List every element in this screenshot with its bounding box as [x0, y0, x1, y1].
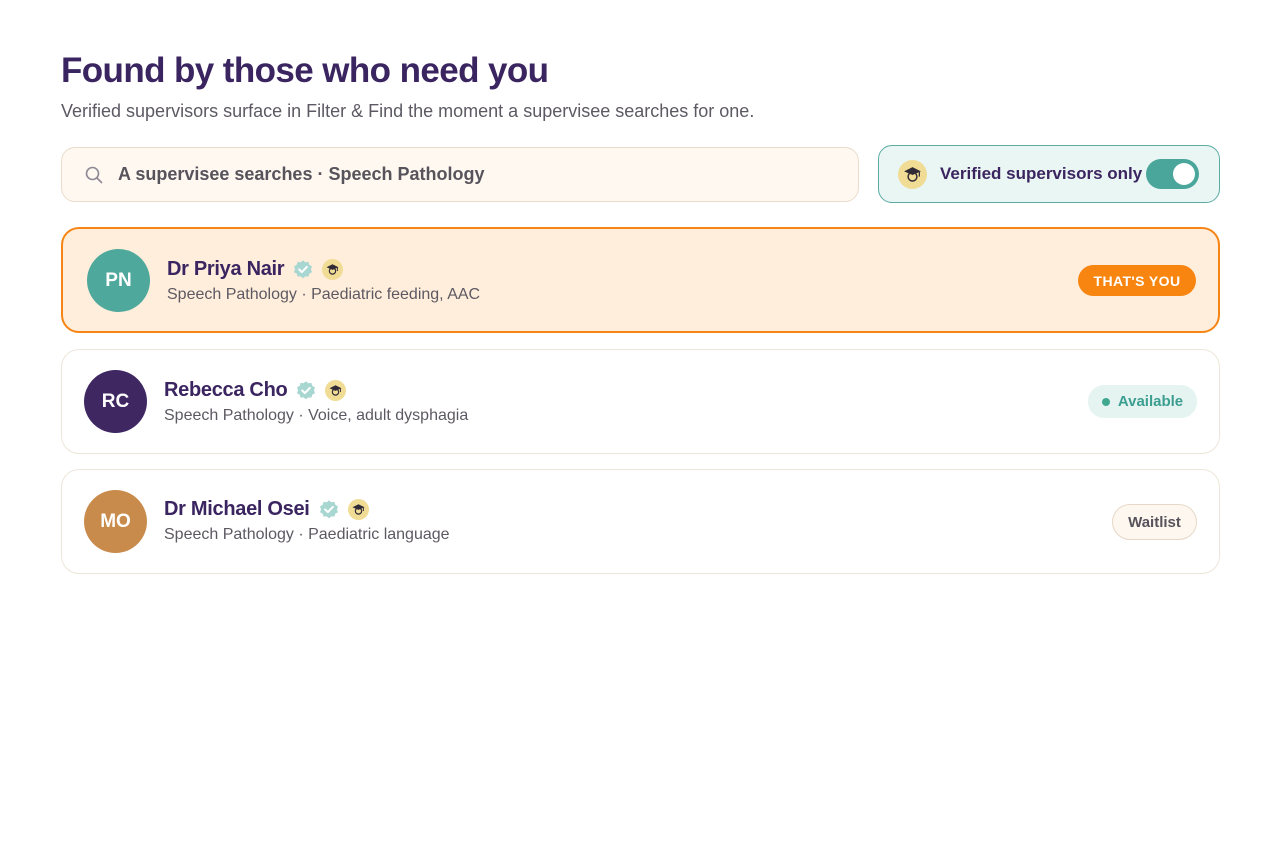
verified-badge-icon — [295, 380, 317, 402]
avatar: MO — [84, 490, 147, 553]
verified-badge-icon — [318, 499, 340, 521]
supervisor-card[interactable]: RC Rebecca Cho Speech Pathology · Voice, a… — [61, 349, 1220, 454]
supervisor-card[interactable]: MO Dr Michael Osei Speech Pathology · Paed… — [61, 469, 1220, 574]
page: Found by those who need you Verified sup… — [0, 0, 1280, 853]
status-badge[interactable]: Waitlist — [1112, 504, 1197, 540]
supervisor-name[interactable]: Rebecca Cho — [164, 379, 288, 402]
supervisor-name[interactable]: Dr Priya Nair — [167, 258, 285, 281]
toggle-knob — [1173, 163, 1195, 185]
supervisor-name-row: Dr Priya Nair — [167, 258, 344, 281]
supervisor-specialty: Speech Pathology · Paediatric feeding, A… — [167, 286, 481, 303]
verified-filter[interactable]: Verified supervisors only — [878, 145, 1220, 203]
verified-badge-icon — [292, 259, 314, 281]
supervisor-name[interactable]: Dr Michael Osei — [164, 498, 310, 521]
status-badge: THAT'S YOU — [1078, 265, 1196, 296]
status-dot — [1101, 397, 1110, 406]
avatar: PN — [87, 249, 150, 312]
search-bar[interactable]: A supervisee searches · Speech Pathology — [61, 147, 859, 202]
status-label: Available — [1117, 393, 1184, 410]
supervisor-specialty: Speech Pathology · Voice, adult dysphagi… — [164, 407, 469, 424]
verified-filter-toggle[interactable] — [1146, 159, 1199, 189]
graduation-cap-icon — [898, 159, 927, 189]
search-icon — [84, 165, 104, 185]
page-title: Found by those who need you — [61, 51, 549, 90]
avatar: RC — [84, 370, 147, 433]
supervisor-card[interactable]: PN Dr Priya Nair Speech Pathology · Paedia… — [61, 227, 1220, 333]
supervisor-specialty: Speech Pathology · Paediatric language — [164, 526, 450, 543]
graduation-cap-icon — [322, 259, 344, 280]
graduation-cap-icon — [347, 499, 369, 520]
page-subtitle: Verified supervisors surface in Filter &… — [61, 101, 755, 121]
supervisor-name-row: Dr Michael Osei — [164, 498, 369, 521]
search-query: A supervisee searches · Speech Pathology — [118, 164, 485, 184]
status-badge: Available — [1088, 385, 1197, 418]
supervisor-name-row: Rebecca Cho — [164, 379, 347, 402]
verified-filter-label: Verified supervisors only — [940, 164, 1143, 183]
graduation-cap-icon — [325, 380, 347, 401]
